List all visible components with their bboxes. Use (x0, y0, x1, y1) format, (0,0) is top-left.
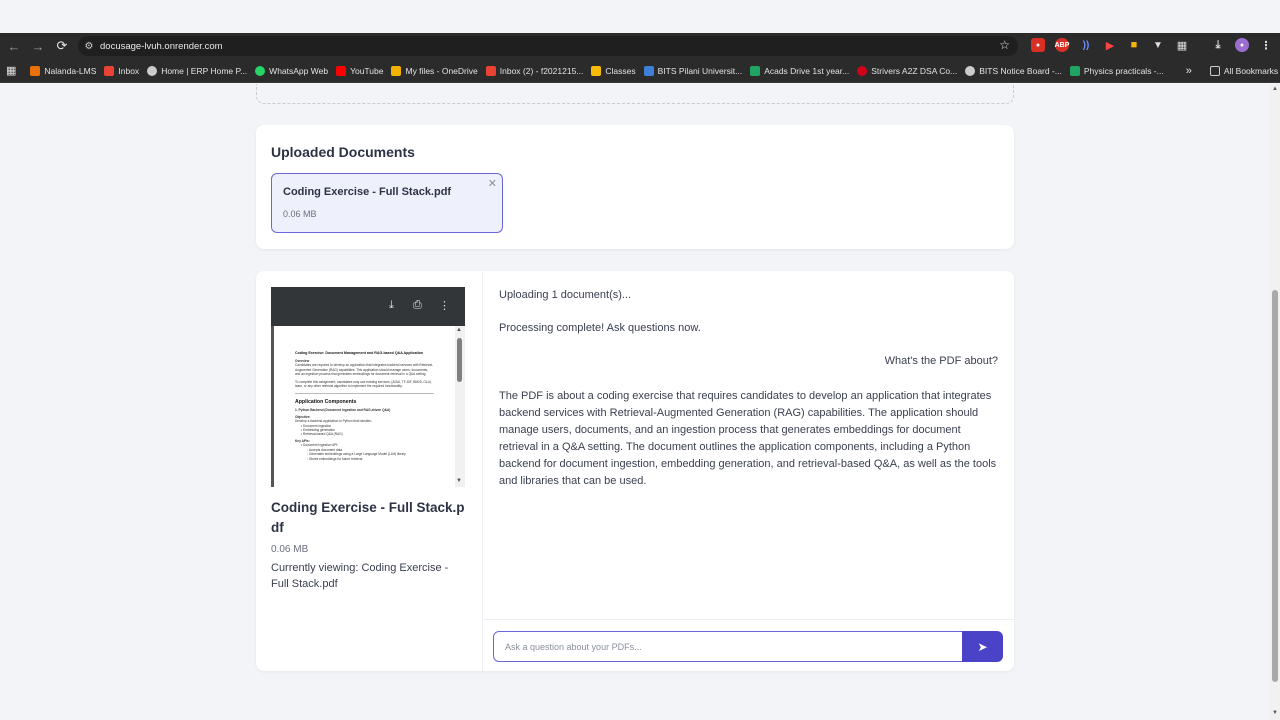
viewer-chat-card: ⤓ ⎙ ⋮ Coding Exercise: Document Manageme… (256, 271, 1014, 671)
bookmark-0[interactable]: Nalanda-LMS (30, 65, 96, 76)
extension-icon[interactable]: ▶ (1103, 38, 1117, 52)
back-icon[interactable]: ← (2, 33, 26, 59)
system-message: Processing complete! Ask questions now. (499, 322, 701, 334)
chat-input-bar: ➤ (484, 619, 1014, 671)
bookmark-11[interactable]: BITS Notice Board -... (965, 65, 1062, 76)
pdf-section-title: Application Components (295, 399, 357, 406)
bookmark-4[interactable]: YouTube (336, 65, 383, 76)
reload-icon[interactable]: ⟳ (50, 33, 74, 59)
pdf-note-text: To complete this assignment, candidates … (295, 379, 432, 389)
tuf-icon (857, 65, 868, 76)
document-chip[interactable]: Coding Exercise - Full Stack.pdf 0.06 MB… (271, 173, 503, 233)
youtube-icon (336, 65, 347, 76)
pdf-scrollbar-thumb[interactable] (457, 338, 462, 382)
gmail-icon (104, 65, 115, 76)
pdf-divider (295, 393, 434, 395)
bookmark-8[interactable]: BITS Pilani Universit... (643, 65, 742, 76)
gmail-icon (485, 65, 496, 76)
bookmark-favicon (30, 65, 41, 76)
close-icon[interactable]: ✕ (488, 177, 497, 190)
drive-icon (750, 65, 761, 76)
whatsapp-icon (255, 65, 266, 76)
document-name: Coding Exercise - Full Stack.pdf (283, 186, 452, 198)
bookmark-9[interactable]: Acads Drive 1st year... (750, 65, 849, 76)
scroll-up-icon[interactable]: ▲ (1271, 86, 1279, 92)
chat-panel: Uploading 1 document(s)... Processing co… (484, 271, 1014, 671)
document-title: Coding Exercise - Full Stack.pdf (271, 500, 465, 535)
folder-icon (1209, 65, 1220, 76)
site-info-icon[interactable]: ⚙ (78, 41, 100, 52)
apps-grid-icon[interactable]: ▦ (6, 64, 16, 77)
document-panel: ⤓ ⎙ ⋮ Coding Exercise: Document Manageme… (256, 271, 483, 671)
extension-icon[interactable]: ● (1031, 38, 1045, 52)
avatar[interactable]: ● (1235, 38, 1249, 52)
globe-icon (965, 65, 976, 76)
url-text: docusage-lvuh.onrender.com (100, 40, 223, 52)
bookmark-7[interactable]: Classes (591, 65, 636, 76)
download-icon[interactable]: ⤓ (1211, 38, 1225, 52)
send-button[interactable]: ➤ (962, 631, 1003, 662)
pdf-toolbar: ⤓ ⎙ ⋮ (271, 287, 465, 326)
scrollbar-thumb[interactable] (1272, 290, 1278, 682)
bookmark-2[interactable]: Home | ERP Home P... (147, 65, 247, 76)
send-icon: ➤ (977, 639, 988, 654)
uploaded-documents-title: Uploaded Documents (271, 144, 415, 160)
pdf-overview-text: Candidates are required to develop an ap… (295, 363, 434, 377)
browser-menu-icon[interactable]: ⋮ (1259, 38, 1273, 52)
bookmark-5[interactable]: My files - OneDrive (391, 65, 478, 76)
scroll-down-icon[interactable]: ▼ (456, 478, 462, 484)
system-message: Uploading 1 document(s)... (499, 289, 632, 301)
more-vertical-icon[interactable]: ⋮ (439, 299, 450, 312)
pdf-subsection: 1. Python Backend (Document Ingestion an… (295, 408, 391, 413)
star-icon[interactable]: ☆ (999, 38, 1010, 52)
extensions-puzzle-icon[interactable]: ▦ (1175, 38, 1189, 52)
document-size: 0.06 MB (271, 544, 309, 555)
scroll-down-icon[interactable]: ▼ (1271, 710, 1279, 716)
scroll-up-icon[interactable]: ▲ (456, 327, 462, 333)
currently-viewing: Currently viewing: Coding Exercise - Ful… (271, 562, 449, 590)
drive-icon (1069, 65, 1080, 76)
window-top-strip (0, 0, 1280, 33)
assistant-message: The PDF is about a coding exercise that … (499, 390, 997, 487)
pdf-page: Coding Exercise: Document Management and… (274, 326, 455, 487)
user-message: What's the PDF about? (884, 355, 998, 367)
pdf-heading: Coding Exercise: Document Management and… (295, 351, 424, 355)
print-icon[interactable]: ⎙ (413, 299, 422, 312)
bookmark-1[interactable]: Inbox (104, 65, 139, 76)
bookmark-12[interactable]: Physics practicals -... (1069, 65, 1164, 76)
bookmark-6[interactable]: Inbox (2) - f2021215... (485, 65, 583, 76)
globe-icon (147, 65, 158, 76)
onedrive-icon (391, 65, 402, 76)
address-bar[interactable]: ⚙ docusage-lvuh.onrender.com ☆ (78, 36, 1018, 56)
uploaded-documents-card: Uploaded Documents Coding Exercise - Ful… (256, 125, 1014, 249)
extension-icon[interactable]: ■ (1127, 38, 1141, 52)
pdf-scrollbar[interactable]: ▲ ▼ (455, 326, 465, 487)
pdf-api-detail: ◦ Stores embeddings for future retrieval (307, 456, 363, 461)
download-icon[interactable]: ⤓ (389, 299, 394, 312)
bookmark-3[interactable]: WhatsApp Web (255, 65, 328, 76)
page-scrollbar[interactable]: ▲ ▼ (1270, 84, 1280, 720)
upload-dropzone[interactable] (256, 84, 1014, 104)
pdf-viewer[interactable]: ⤓ ⎙ ⋮ Coding Exercise: Document Manageme… (271, 287, 465, 487)
classroom-icon (591, 65, 602, 76)
extension-icon[interactable]: ▼ (1151, 38, 1165, 52)
bookmark-10[interactable]: Strivers A2Z DSA Co... (857, 65, 957, 76)
pdf-bullet: • Retrieval-based Q&A (RAG) (301, 432, 343, 437)
bits-icon (643, 65, 654, 76)
extension-icon[interactable]: )) (1079, 38, 1093, 52)
adblock-icon[interactable]: ABP (1055, 38, 1069, 52)
all-bookmarks[interactable]: All Bookmarks (1209, 65, 1278, 76)
bookmarks-overflow[interactable]: » (1186, 65, 1192, 77)
bookmarks-bar: ▦ Nalanda-LMS Inbox Home | ERP Home P...… (0, 59, 1280, 83)
question-input[interactable] (493, 631, 963, 662)
document-size: 0.06 MB (283, 209, 317, 219)
forward-icon[interactable]: → (26, 33, 50, 59)
